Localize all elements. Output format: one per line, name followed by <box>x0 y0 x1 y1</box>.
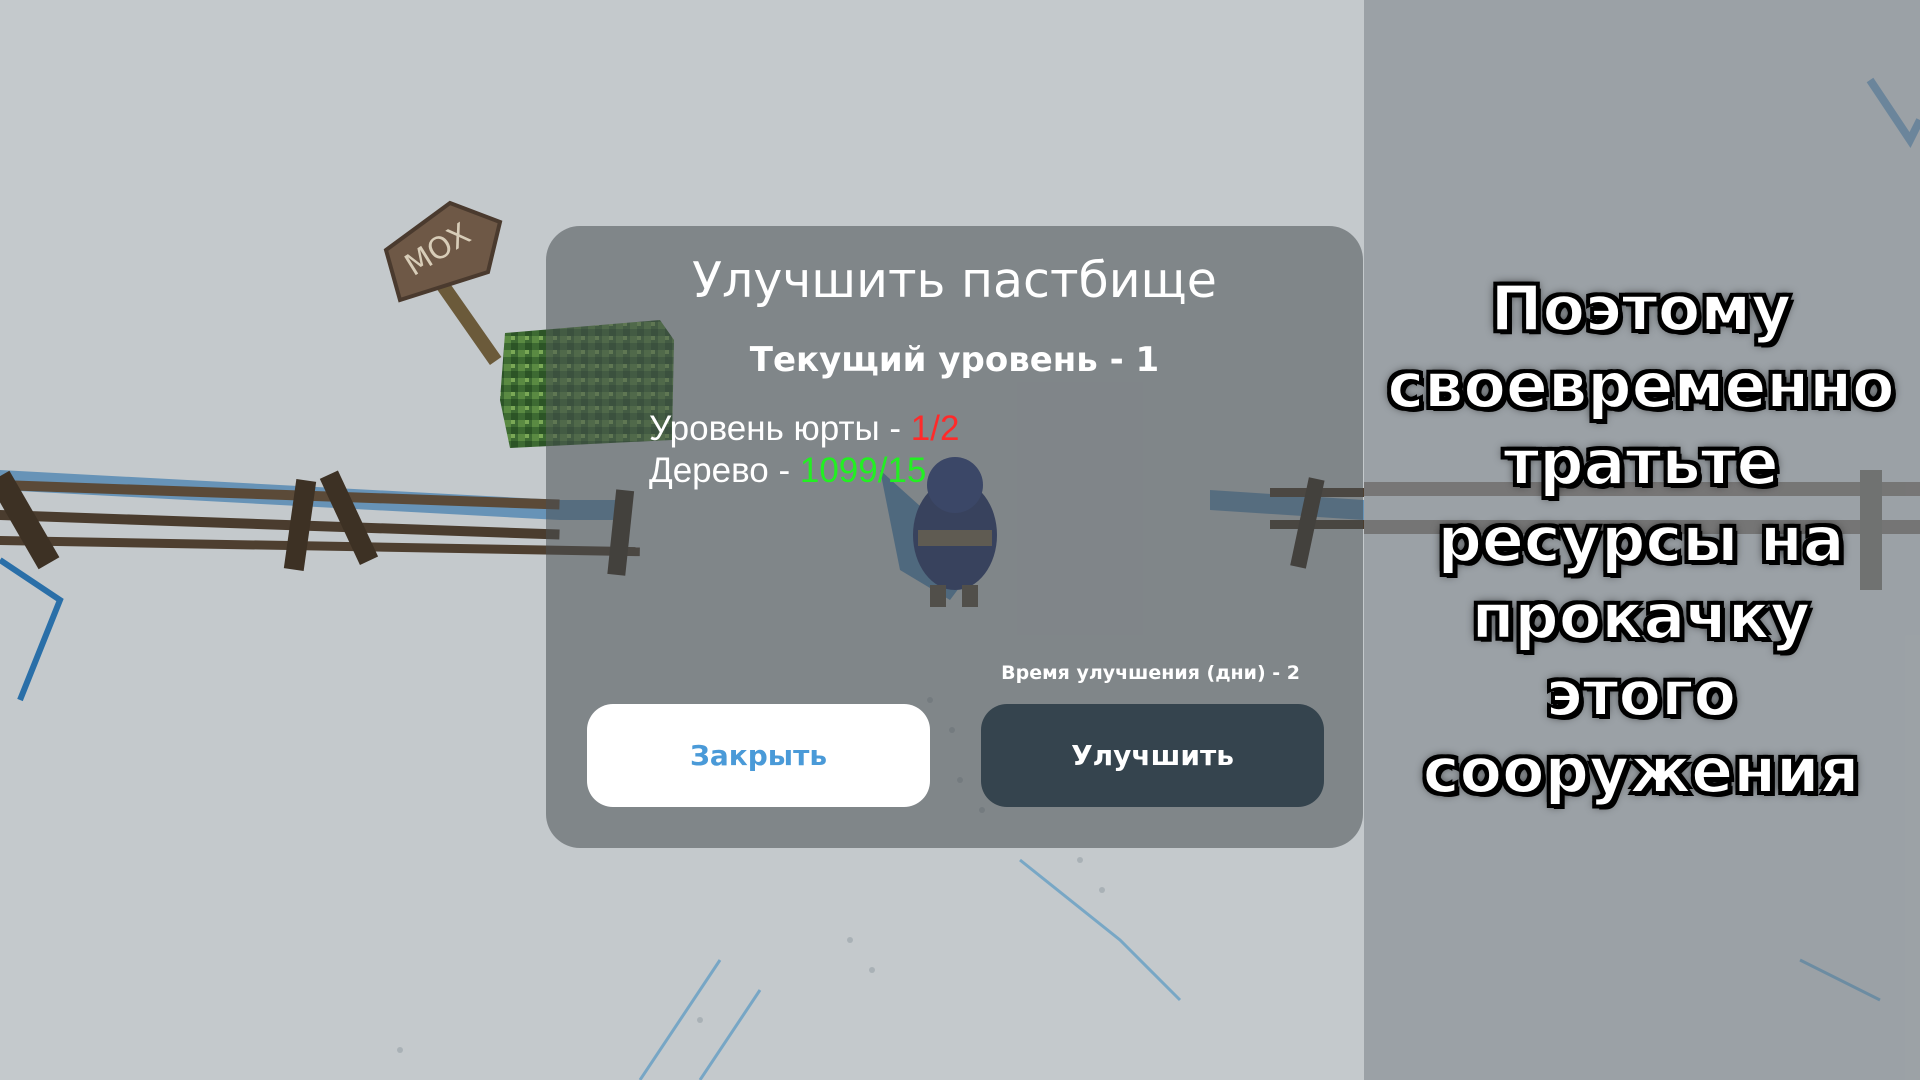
requirement-wood: Дерево - 1099/15 <box>649 451 926 491</box>
caption-line: прокачку <box>1471 579 1812 654</box>
current-level-label: Текущий уровень - 1 <box>749 340 1160 380</box>
caption-line: тратьте <box>1502 425 1779 500</box>
caption-line: этого <box>1545 656 1737 731</box>
upgrade-button[interactable]: Улучшить <box>981 704 1324 807</box>
caption-line: своевременно <box>1386 348 1895 423</box>
upgrade-pasture-dialog: Улучшить пастбище Текущий уровень - 1 Ур… <box>546 226 1363 848</box>
requirement-value: 1099/15 <box>799 451 927 490</box>
overlay-caption: Поэтому своевременно тратьте ресурсы на … <box>1376 270 1906 809</box>
caption-line: Поэтому <box>1490 271 1793 346</box>
close-button[interactable]: Закрыть <box>587 704 930 807</box>
game-screen: МОХ Улучшить пастбище Текущий уровень - … <box>0 0 1920 1080</box>
caption-line: сооружения <box>1422 733 1861 808</box>
upgrade-time-label: Время улучшения (дни) - 2 <box>1001 662 1300 684</box>
dialog-title: Улучшить пастбище <box>692 252 1217 309</box>
requirement-label: Уровень юрты - <box>649 409 911 448</box>
requirement-label: Дерево - <box>649 451 800 490</box>
requirement-value: 1/2 <box>910 409 960 448</box>
requirement-yurt-level: Уровень юрты - 1/2 <box>649 409 959 449</box>
caption-line: ресурсы на <box>1436 502 1845 577</box>
